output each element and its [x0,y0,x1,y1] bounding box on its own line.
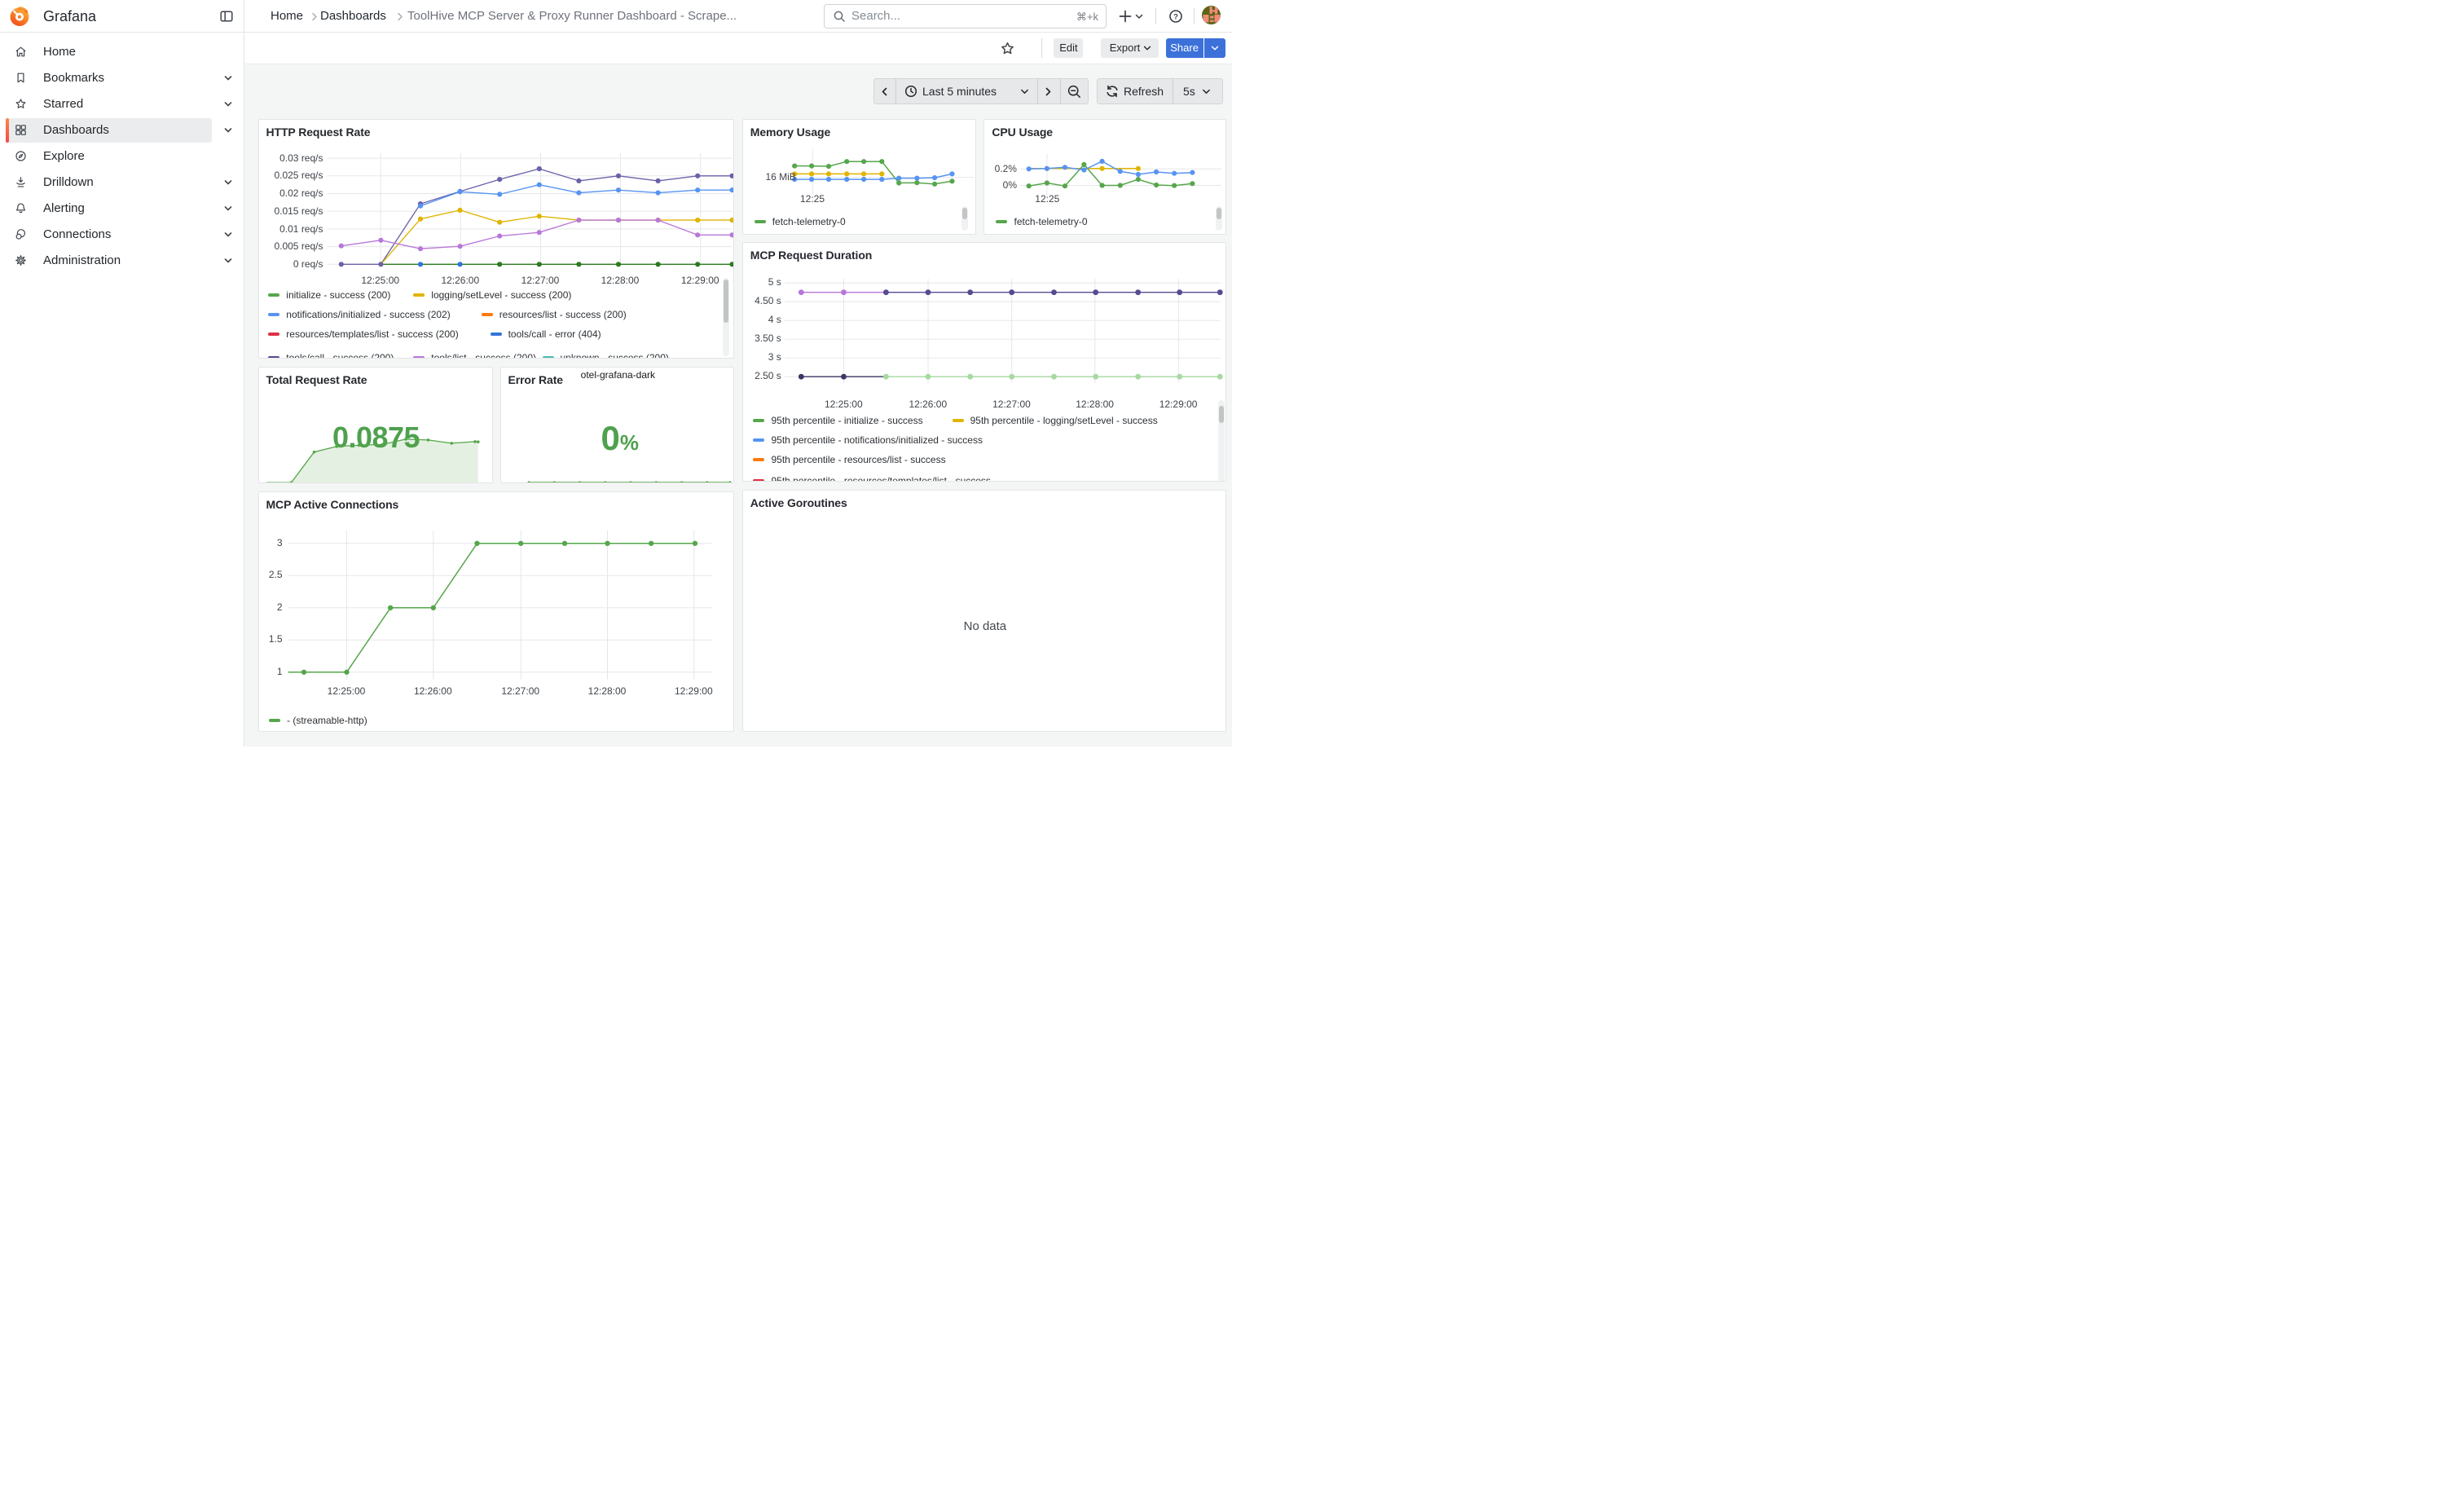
svg-text:?: ? [1173,12,1178,21]
